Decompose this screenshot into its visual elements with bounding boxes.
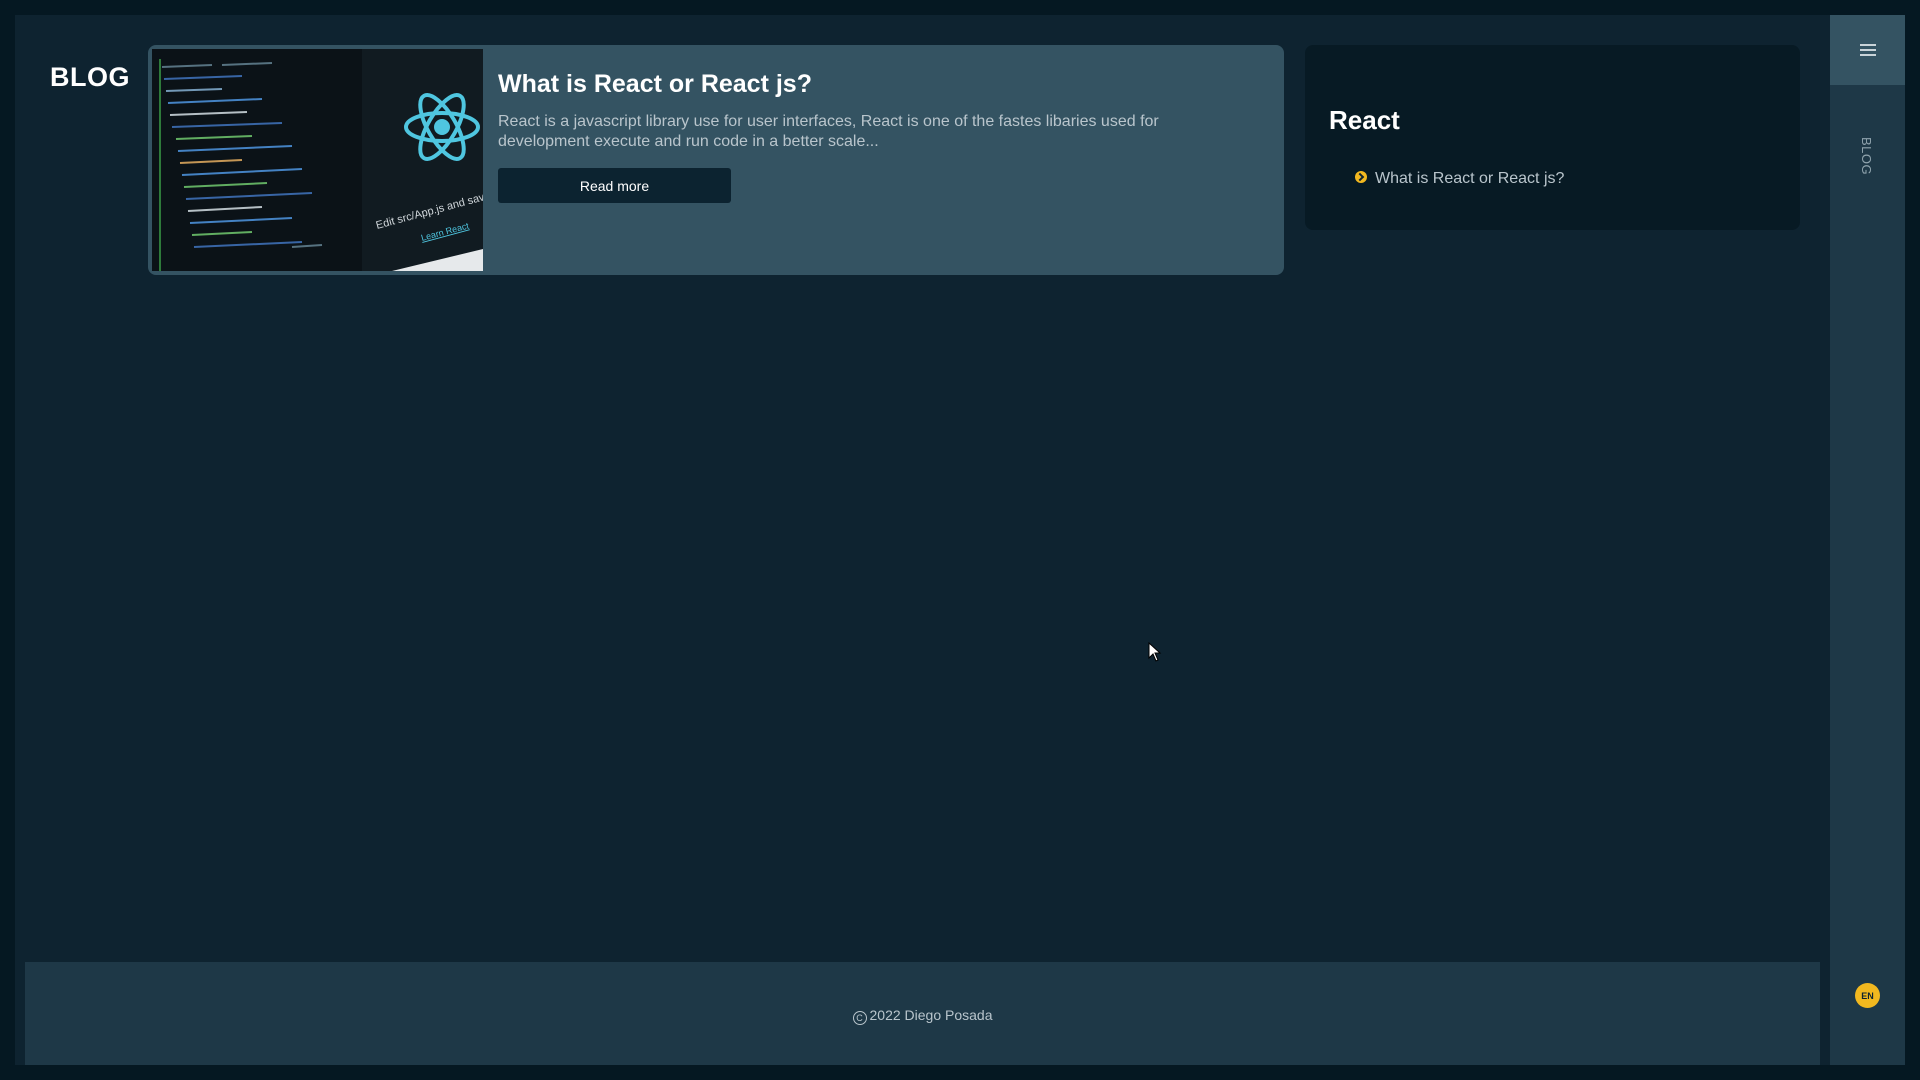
footer-text: 2022 Diego Posada: [869, 1007, 993, 1023]
post-excerpt: React is a javascript library use for us…: [498, 113, 1159, 150]
page-title: BLOG: [50, 62, 130, 92]
category-title: React: [1329, 105, 1400, 135]
category-item-label: What is React or React js?: [1375, 170, 1565, 187]
post-card[interactable]: Edit src/App.js and save to rel Learn Re…: [148, 45, 1284, 275]
mouse-cursor-icon: [1148, 642, 1162, 662]
category-panel: React What is React or React js?: [1305, 45, 1800, 230]
footer: C 2022 Diego Posada: [25, 962, 1820, 1065]
language-toggle[interactable]: EN: [1855, 983, 1880, 1008]
post-thumbnail[interactable]: Edit src/App.js and save to rel Learn Re…: [152, 49, 483, 271]
sidebar-nav-blog[interactable]: BLOG: [1859, 137, 1874, 175]
code-screen-image: Edit src/App.js and save to rel Learn Re…: [152, 49, 483, 271]
category-item-link[interactable]: What is React or React js?: [1355, 170, 1564, 188]
chevron-right-icon: [1355, 171, 1367, 183]
read-more-button[interactable]: Read more: [498, 168, 731, 203]
menu-button[interactable]: [1830, 15, 1905, 85]
hamburger-icon: [1859, 44, 1876, 56]
footer-copyright: C 2022 Diego Posada: [25, 1007, 1820, 1025]
copyright-icon: C: [852, 1011, 867, 1025]
post-title[interactable]: What is React or React js?: [498, 70, 812, 99]
